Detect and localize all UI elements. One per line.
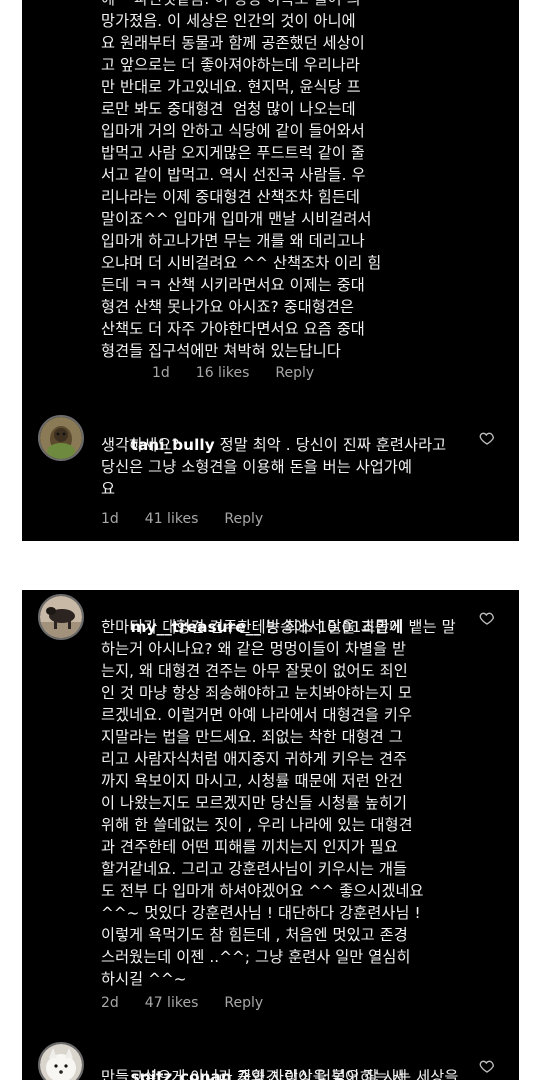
comment-meta: 2d 47 likes Reply	[101, 994, 263, 1012]
comment-line: 형견들 집구석에만 쳐박혀 있는답니다	[101, 342, 341, 360]
comment-line: 만들고싶으게 아니라 중형견 이상을 혐오하는 세	[101, 1068, 408, 1080]
comment-line: 할거같네요. 그리고 강훈련사님이 키우시는 개들	[101, 860, 408, 878]
comment-line: 하는거 아시나요? 왜 같은 멍멍이들이 차별을 받	[101, 640, 407, 658]
comment-line: 이렇게 욕먹기도 참 힘든데 , 처음엔 멋있고 존경	[101, 926, 408, 944]
comment-panel-1: 에 ㅡ파민것같음. 이 평청 이독로 뭘어 의 망가졌음. 이 세상은 인간의 …	[22, 0, 519, 541]
comment-panel-2: my__treasure__ 방송에서 0.01초만에 뱉는 말 한마디가 대형…	[22, 590, 519, 1080]
comment-line: 르겠네요. 이럴거면 아예 나라에서 대형견을 키우	[101, 706, 413, 724]
comment-line: 위해 한 쓸데없는 짓이 , 우리 나라에 있는 대형견	[101, 816, 413, 834]
dog-avatar-icon	[40, 596, 82, 638]
dog-avatar-icon	[40, 417, 82, 459]
comment-line: 도 전부 다 입마개 하셔야겠어요 ^^ 좋으시겠네요	[101, 882, 424, 900]
comment-line: 리고 사람자식처럼 애지중지 귀하게 키우는 견주	[101, 750, 408, 768]
comment-line: 서고 같이 밥먹고. 역시 선진국 사람들. 우	[101, 166, 366, 184]
comment-line: 요	[101, 480, 116, 498]
comment-line: 든데 ㅋㅋ 산책 시키라면서요 이제는 중대	[101, 276, 365, 294]
comment-line: 스러웠는데 이젠 ..^^; 그냥 훈련사 일만 열심히	[101, 948, 411, 966]
likes-count[interactable]: 41 likes	[145, 510, 199, 528]
white-dog-avatar-icon	[40, 1044, 82, 1080]
comment-line: 형견 산책 못나가요 아시죠? 중대형견은	[101, 298, 355, 316]
comment-age: 2d	[101, 995, 119, 1011]
comment-line: 이 나왔는지도 모르겠지만 당신들 시청률 높히기	[101, 794, 408, 812]
comment-line: 생각하세요?	[101, 436, 180, 454]
comment-line: 오냐며 더 시비걸려요 ^^ 산책조차 이리 힘	[101, 254, 382, 272]
comment-line: 까지 욕보이지 마시고, 시청률 때문에 저런 안건	[101, 772, 403, 790]
comment-line: 로만 봐도 중대형견 엄청 많이 나오는데	[101, 100, 356, 118]
likes-count[interactable]: 47 likes	[145, 994, 199, 1012]
avatar[interactable]	[38, 415, 84, 461]
reply-button[interactable]: Reply	[224, 510, 263, 528]
comment-line: 말이죠^^ 입마개 입마개 맨날 시비걸려서	[101, 210, 372, 228]
comment-line: ^^~ 멋있다 강훈련사님 ! 대단하다 강훈련사님 !	[101, 904, 421, 922]
comment-text-clipped-line: 에 ㅡ파민것같음. 이 평청 이독로 뭘어 의	[101, 0, 361, 10]
comment-line: 지말라는 법을 만드세요. 죄없는 착한 대형견 그	[101, 728, 403, 746]
reply-button[interactable]: Reply	[275, 364, 314, 382]
comment-first-line: 정말 최악 . 당신이 진짜 훈련사라고	[219, 436, 447, 454]
comment-line: 하시길 ^^~	[101, 970, 187, 988]
comment-line: 는지, 왜 대형견 견주는 아무 잘못이 없어도 죄인	[101, 662, 408, 680]
reply-button[interactable]: Reply	[224, 994, 263, 1012]
avatar[interactable]	[38, 594, 84, 640]
comment-line: 입마개 하고나가면 무는 개를 왜 데리고나	[101, 232, 365, 250]
comment-line: 인 것 마냥 항상 죄송해야하고 눈치봐야하는지 모	[101, 684, 413, 702]
comment-line: 입마개 거의 안하고 식당에 같이 들어와서	[101, 122, 365, 140]
comment-line: 요 원래부터 동물과 함께 공존했던 세상이	[101, 34, 365, 52]
like-heart-icon[interactable]	[479, 610, 495, 626]
like-heart-icon[interactable]	[479, 430, 495, 446]
comment-line: 망가졌음. 이 세상은 인간의 것이 아니에	[101, 12, 356, 30]
comment-line: 만 반대로 가고있네요. 현지먹, 윤식당 프	[101, 78, 361, 96]
comment-meta: 1d 41 likes Reply	[101, 510, 263, 528]
comment-line: 한마디가 대형견 견주한테는 최소 1달을 괴롭게	[101, 618, 403, 636]
comment-meta: 1d 16 likes Reply	[152, 364, 314, 382]
comment-age: 1d	[101, 511, 119, 527]
comment-line: 리나라는 이제 중대형견 산책조차 힘든데	[101, 188, 360, 206]
comment-line: 산책도 더 자주 가야한다면서요 요즘 중대	[101, 320, 365, 338]
likes-count[interactable]: 16 likes	[196, 364, 250, 382]
like-heart-icon[interactable]	[479, 1058, 495, 1074]
comment-line: 밥먹고 사람 오지게많은 푸드트럭 같이 줄	[101, 144, 365, 162]
comment-age: 1d	[152, 365, 170, 381]
comment-line: 당신은 그냥 소형견을 이용해 돈을 버는 사업가예	[101, 458, 413, 476]
comment-line: 고 앞으로는 더 좋아져야하는데 우리나라	[101, 56, 360, 74]
comment-line: 과 견주한테 어떤 피해를 끼치는지 인지가 필요	[101, 838, 398, 856]
avatar[interactable]	[38, 1042, 84, 1080]
